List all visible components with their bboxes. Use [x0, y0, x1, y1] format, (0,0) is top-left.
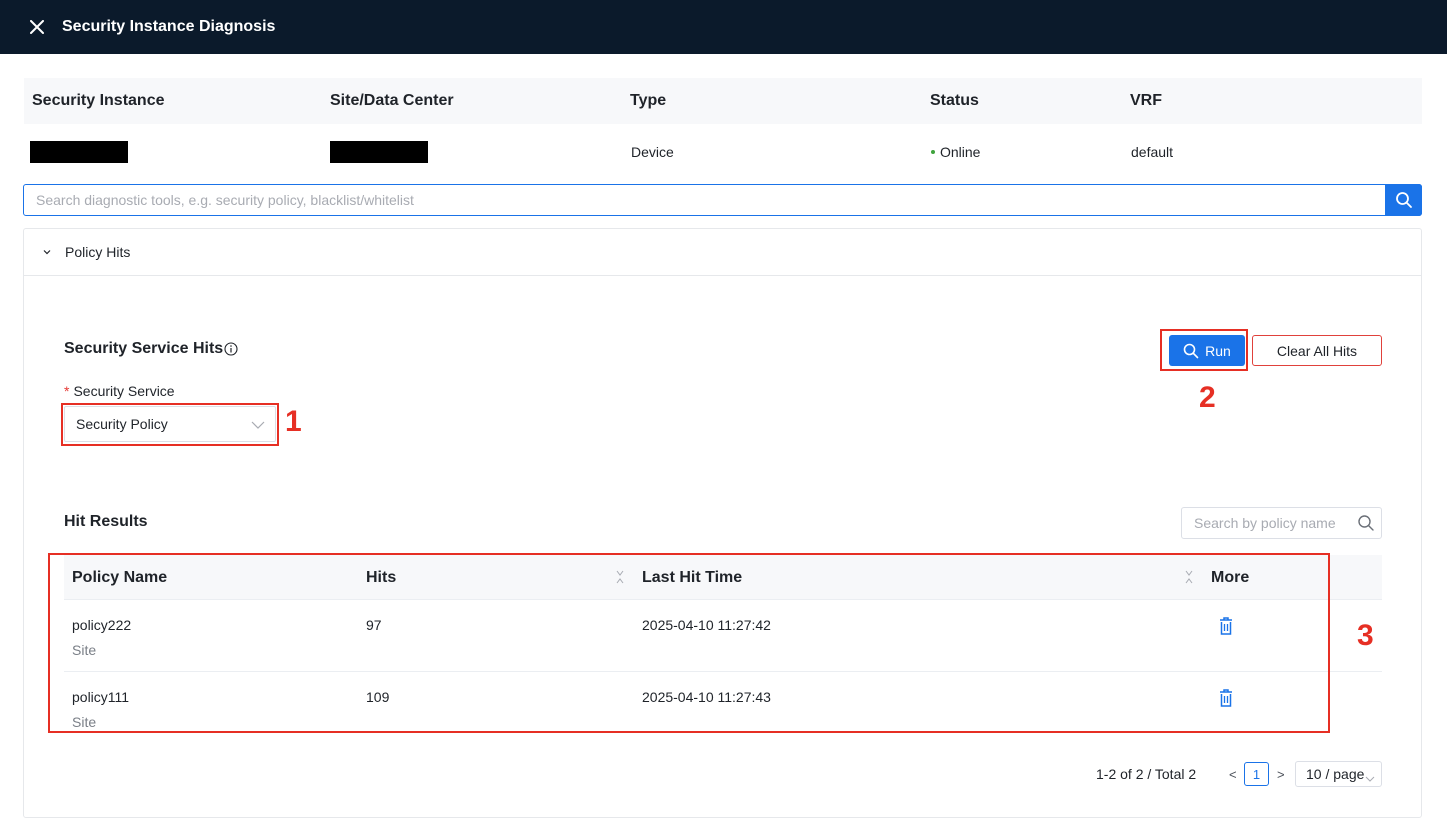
search-icon[interactable]	[1351, 514, 1381, 532]
chevron-down-icon	[251, 417, 265, 433]
instance-info-row: Device Online default	[24, 124, 1422, 179]
header-vrf: VRF	[1130, 92, 1162, 109]
status-text: Online	[940, 143, 981, 160]
status-value: Online	[931, 124, 980, 179]
prev-page-button[interactable]: <	[1229, 761, 1237, 787]
policy-name-cell: policy222	[72, 617, 132, 633]
search-icon	[1183, 343, 1199, 358]
policy-search-input[interactable]	[1182, 515, 1351, 531]
security-service-label: * Security Service	[64, 383, 175, 399]
diagnostic-search-box	[23, 184, 1422, 216]
page-1-button[interactable]: 1	[1244, 762, 1269, 786]
sort-icon[interactable]	[615, 569, 625, 590]
diagnostic-search-input[interactable]	[24, 185, 1385, 215]
header-security-instance: Security Instance	[32, 92, 165, 109]
status-dot-icon	[931, 149, 935, 154]
column-more: More	[1211, 568, 1250, 586]
header-site-data-center: Site/Data Center	[330, 92, 454, 109]
table-row: policy222 Site 97 2025-04-10 11:27:42	[64, 600, 1382, 672]
column-hits[interactable]: Hits	[366, 555, 396, 600]
chevron-down-icon[interactable]	[42, 249, 52, 255]
hits-cell: 97	[366, 617, 382, 633]
policy-search-box	[1181, 507, 1382, 539]
page-size-select[interactable]: 10 / page	[1295, 761, 1382, 787]
search-icon	[1395, 192, 1412, 208]
security-instance-value-redacted	[30, 124, 128, 179]
hits-cell: 109	[366, 689, 390, 705]
vrf-value: default	[1131, 143, 1174, 160]
column-last-hit-time[interactable]: Last Hit Time	[642, 555, 742, 600]
policy-scope-cell: Site	[72, 642, 97, 658]
run-button[interactable]: Run	[1169, 335, 1245, 366]
annotation-number-3: 3	[1357, 619, 1374, 652]
window-title: Security Instance Diagnosis	[62, 18, 276, 35]
title-bar: Security Instance Diagnosis	[0, 0, 1447, 54]
annotation-number-2: 2	[1199, 381, 1216, 414]
run-label: Run	[1205, 342, 1231, 359]
hit-results-table: Policy Name Hits Last Hit Time More poli…	[64, 555, 1382, 744]
header-status: Status	[930, 92, 979, 109]
field-label-text: Security Service	[73, 383, 175, 399]
instance-info-header: Security Instance Site/Data Center Type …	[24, 78, 1422, 124]
pagination-summary: 1-2 of 2 / Total 2	[1096, 766, 1197, 782]
header-type: Type	[630, 92, 667, 109]
clear-all-hits-button[interactable]: Clear All Hits	[1252, 335, 1382, 366]
next-page-button[interactable]: >	[1277, 761, 1285, 787]
delete-icon[interactable]	[1219, 616, 1233, 641]
security-service-hits-title: Security Service Hits	[64, 340, 238, 358]
close-icon[interactable]	[26, 16, 48, 38]
column-policy-name: Policy Name	[72, 568, 168, 586]
delete-icon[interactable]	[1219, 688, 1233, 713]
select-value: Security Policy	[76, 416, 168, 432]
panel-label: Policy Hits	[65, 244, 131, 260]
last-hit-time-cell: 2025-04-10 11:27:43	[642, 689, 771, 705]
last-hit-time-cell: 2025-04-10 11:27:42	[642, 617, 771, 633]
security-service-select[interactable]: Security Policy	[64, 406, 276, 442]
search-button[interactable]	[1385, 184, 1422, 216]
annotation-number-1: 1	[285, 405, 302, 438]
info-icon[interactable]	[224, 342, 238, 356]
chevron-down-icon	[1365, 770, 1375, 786]
page-size-value: 10 / page	[1306, 766, 1365, 782]
section-title-text: Security Service Hits	[64, 340, 224, 357]
policy-name-cell: policy111	[72, 689, 130, 705]
type-value: Device	[631, 143, 674, 160]
policy-scope-cell: Site	[72, 714, 97, 730]
sort-icon[interactable]	[1184, 569, 1194, 590]
site-value-redacted	[330, 124, 428, 179]
table-row: policy111 Site 109 2025-04-10 11:27:43	[64, 672, 1382, 744]
policy-hits-panel-header[interactable]: Policy Hits	[24, 229, 1421, 276]
required-mark: *	[64, 383, 70, 399]
hit-results-title: Hit Results	[64, 513, 148, 530]
table-header: Policy Name Hits Last Hit Time More	[64, 555, 1382, 600]
